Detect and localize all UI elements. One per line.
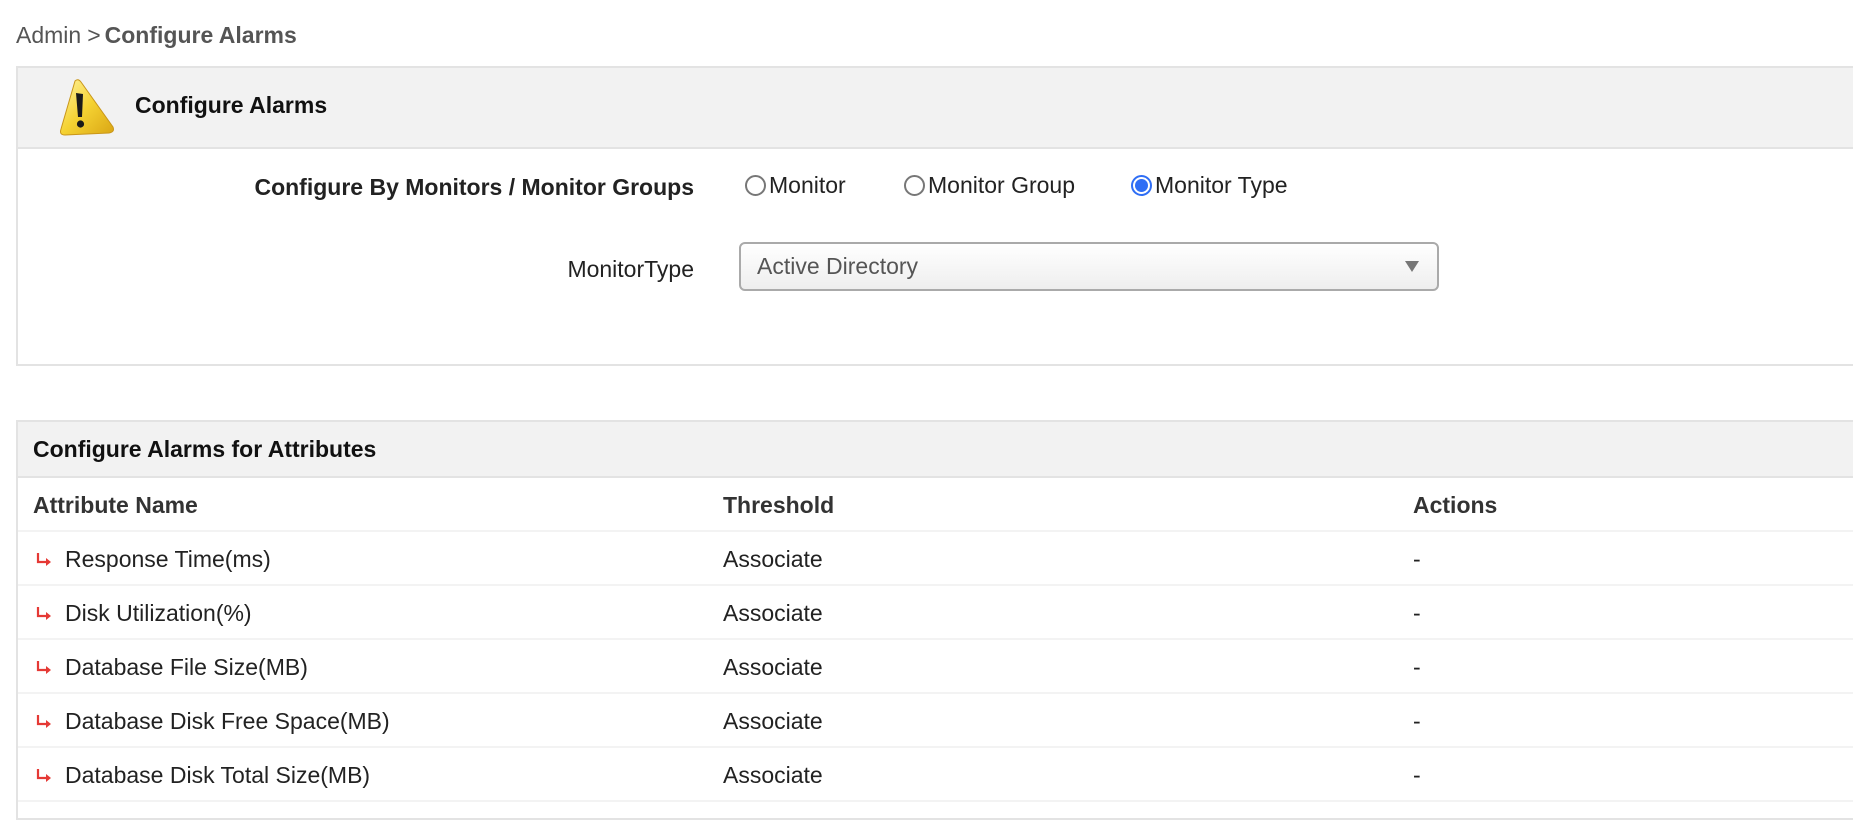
configure-alarms-panel: Configure Alarms Configure By Monitors /… bbox=[16, 66, 1853, 366]
table-row: Response Time(ms) Associate - bbox=[18, 532, 1853, 586]
actions-cell: - bbox=[1413, 762, 1421, 788]
attribute-name: Disk Utilization(%) bbox=[65, 600, 252, 626]
sub-item-arrow-icon bbox=[36, 660, 51, 674]
radio-monitor-type[interactable]: Monitor Type bbox=[1131, 172, 1288, 199]
attributes-panel-header: Configure Alarms for Attributes bbox=[18, 422, 1853, 478]
attribute-name: Database Disk Free Space(MB) bbox=[65, 708, 390, 734]
sub-item-arrow-icon bbox=[36, 768, 51, 782]
radio-label: Monitor Type bbox=[1155, 172, 1288, 198]
associate-threshold-link[interactable]: Associate bbox=[723, 654, 823, 681]
breadcrumb: Admin > Configure Alarms bbox=[16, 22, 297, 49]
attribute-name-cell: Response Time(ms) bbox=[33, 546, 271, 573]
attribute-name-cell: Disk Utilization(%) bbox=[33, 600, 252, 627]
attributes-panel: Configure Alarms for Attributes Attribut… bbox=[16, 420, 1853, 820]
breadcrumb-admin-link[interactable]: Admin bbox=[16, 22, 81, 48]
sub-item-arrow-icon bbox=[36, 606, 51, 620]
table-row: Database Disk Free Space(MB) Associate - bbox=[18, 694, 1853, 748]
attributes-table: Attribute Name Threshold Actions Respons… bbox=[18, 478, 1853, 802]
attribute-name-cell: Database Disk Total Size(MB) bbox=[33, 762, 370, 789]
attributes-panel-title: Configure Alarms for Attributes bbox=[33, 436, 377, 462]
configure-by-label: Configure By Monitors / Monitor Groups bbox=[254, 174, 694, 200]
associate-threshold-link[interactable]: Associate bbox=[723, 762, 823, 789]
monitor-type-select-value: Active Directory bbox=[757, 253, 919, 279]
monitor-type-label: MonitorType bbox=[567, 256, 694, 282]
radio-label: Monitor bbox=[769, 172, 846, 198]
panel-title: Configure Alarms bbox=[135, 92, 328, 118]
breadcrumb-separator: > bbox=[87, 22, 101, 48]
dropdown-arrow-icon bbox=[1405, 261, 1419, 272]
column-header-attribute-name: Attribute Name bbox=[33, 492, 198, 518]
monitor-type-select[interactable]: Active Directory bbox=[739, 242, 1439, 291]
sub-item-arrow-icon bbox=[36, 714, 51, 728]
actions-cell: - bbox=[1413, 546, 1421, 572]
actions-cell: - bbox=[1413, 708, 1421, 734]
column-header-threshold: Threshold bbox=[723, 492, 835, 518]
actions-cell: - bbox=[1413, 600, 1421, 626]
warning-icon bbox=[60, 79, 114, 136]
radio-circle-selected[interactable] bbox=[1131, 175, 1152, 196]
associate-threshold-link[interactable]: Associate bbox=[723, 600, 823, 627]
table-row: Database File Size(MB) Associate - bbox=[18, 640, 1853, 694]
radio-circle[interactable] bbox=[745, 175, 766, 196]
table-row: Disk Utilization(%) Associate - bbox=[18, 586, 1853, 640]
radio-circle[interactable] bbox=[904, 175, 925, 196]
sub-item-arrow-icon bbox=[36, 552, 51, 566]
table-row: Database Disk Total Size(MB) Associate - bbox=[18, 748, 1853, 802]
radio-label: Monitor Group bbox=[928, 172, 1076, 198]
breadcrumb-current: Configure Alarms bbox=[104, 22, 297, 48]
attribute-name-cell: Database File Size(MB) bbox=[33, 654, 308, 681]
attribute-name: Database Disk Total Size(MB) bbox=[65, 762, 371, 788]
associate-threshold-link[interactable]: Associate bbox=[723, 546, 823, 573]
associate-threshold-link[interactable]: Associate bbox=[723, 708, 823, 735]
attribute-name: Response Time(ms) bbox=[65, 546, 271, 572]
attribute-name: Database File Size(MB) bbox=[65, 654, 308, 680]
configure-alarms-panel-header: Configure Alarms bbox=[18, 68, 1853, 149]
radio-monitor-group[interactable]: Monitor Group bbox=[904, 172, 1075, 199]
table-header-row: Attribute Name Threshold Actions bbox=[18, 478, 1853, 532]
attribute-name-cell: Database Disk Free Space(MB) bbox=[33, 708, 390, 735]
table-body: Response Time(ms) Associate - Disk Utili… bbox=[18, 532, 1853, 802]
radio-monitor[interactable]: Monitor bbox=[745, 172, 846, 199]
actions-cell: - bbox=[1413, 654, 1421, 680]
column-header-actions: Actions bbox=[1413, 492, 1498, 518]
